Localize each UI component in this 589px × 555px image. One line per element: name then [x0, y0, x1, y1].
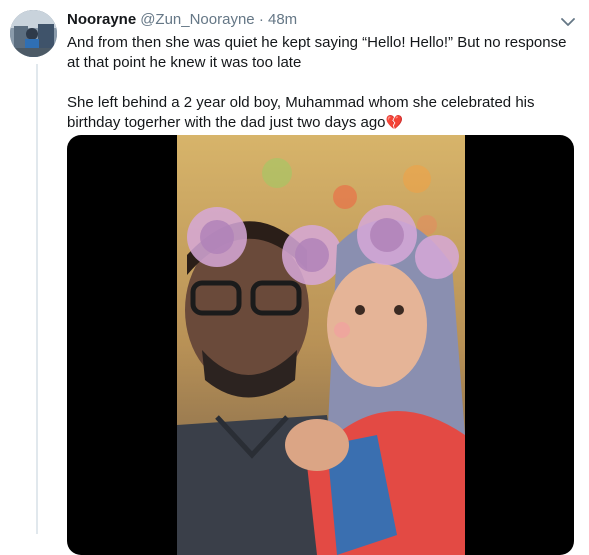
tweet-paragraph: And from then she was quiet he kept sayi…	[67, 34, 567, 71]
tweet-paragraph: She left behind a 2 year old boy, Muhamm…	[67, 93, 572, 133]
thread-line	[36, 64, 38, 534]
tweet-text: And from then she was quiet he kept sayi…	[67, 33, 572, 133]
tweet-paragraph-text: She left behind a 2 year old boy, Muhamm…	[67, 94, 535, 131]
author-handle[interactable]: @Zun_Noorayne	[140, 11, 254, 28]
tweet-timestamp[interactable]: 48m	[268, 11, 297, 28]
video-player[interactable]	[67, 135, 574, 555]
tweet-header: Noorayne @Zun_Noorayne · 48m	[67, 10, 559, 30]
author-name[interactable]: Noorayne	[67, 11, 136, 28]
broken-heart-icon: 💔	[385, 115, 403, 131]
avatar[interactable]	[10, 10, 57, 57]
separator-dot: ·	[258, 11, 264, 28]
chevron-down-icon[interactable]	[561, 14, 575, 26]
video-thumbnail	[177, 135, 465, 555]
